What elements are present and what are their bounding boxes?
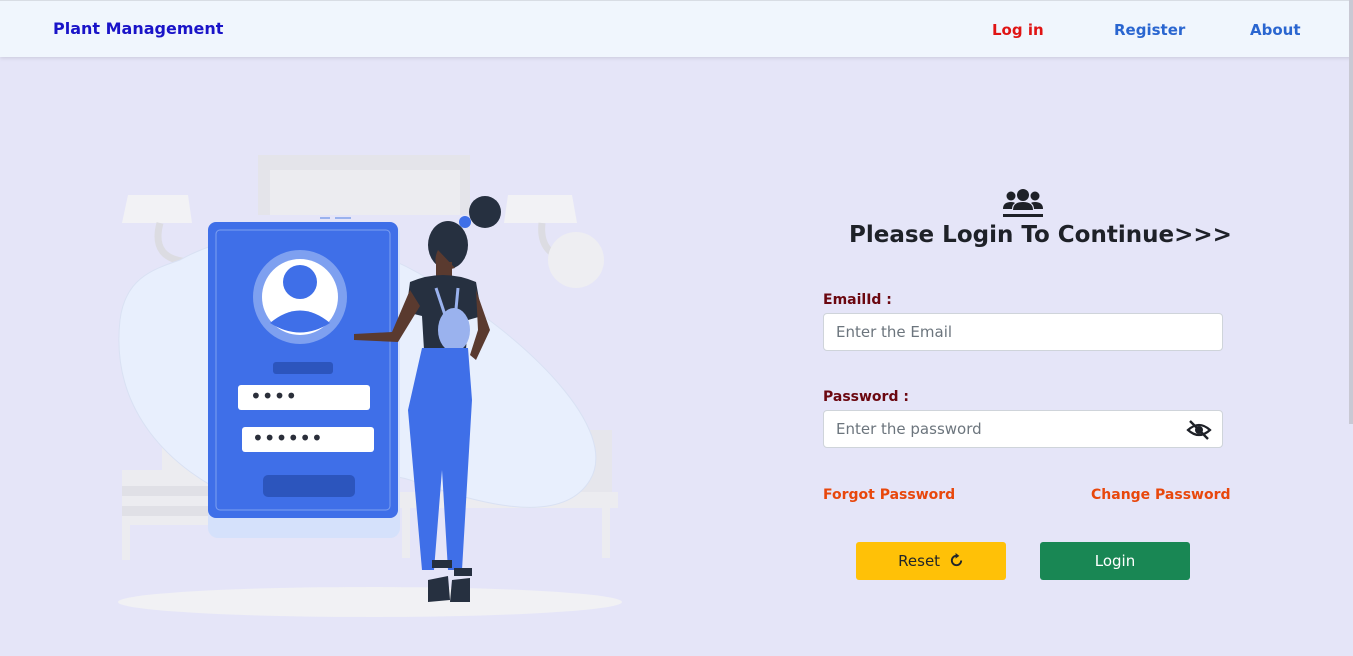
reset-button[interactable]: Reset — [856, 542, 1006, 580]
nav-register-link[interactable]: Register — [1114, 21, 1185, 39]
eye-slash-icon[interactable] — [1186, 419, 1212, 441]
nav-login-link[interactable]: Log in — [992, 21, 1044, 39]
change-password-link[interactable]: Change Password — [1091, 487, 1231, 503]
login-illustration: •••• •••••• — [118, 155, 622, 617]
password-field[interactable] — [823, 410, 1223, 448]
refresh-icon — [950, 553, 962, 567]
login-title: Please Login To Continue>>> — [849, 222, 1232, 248]
scrollbar[interactable] — [1349, 0, 1353, 424]
password-label: Password : — [823, 389, 909, 405]
login-button[interactable]: Login — [1040, 542, 1190, 580]
navbar: Plant Management Log in Register About — [0, 0, 1353, 57]
users-icon — [1003, 189, 1043, 217]
email-field[interactable] — [823, 313, 1223, 351]
reset-button-label: Reset — [898, 552, 941, 570]
masked-email-text: •••• — [250, 384, 297, 408]
nav-about-link[interactable]: About — [1250, 21, 1301, 39]
email-label: EmailId : — [823, 292, 892, 308]
masked-password-text: •••••• — [252, 426, 323, 450]
brand-title[interactable]: Plant Management — [53, 19, 223, 38]
forgot-password-link[interactable]: Forgot Password — [823, 487, 955, 503]
